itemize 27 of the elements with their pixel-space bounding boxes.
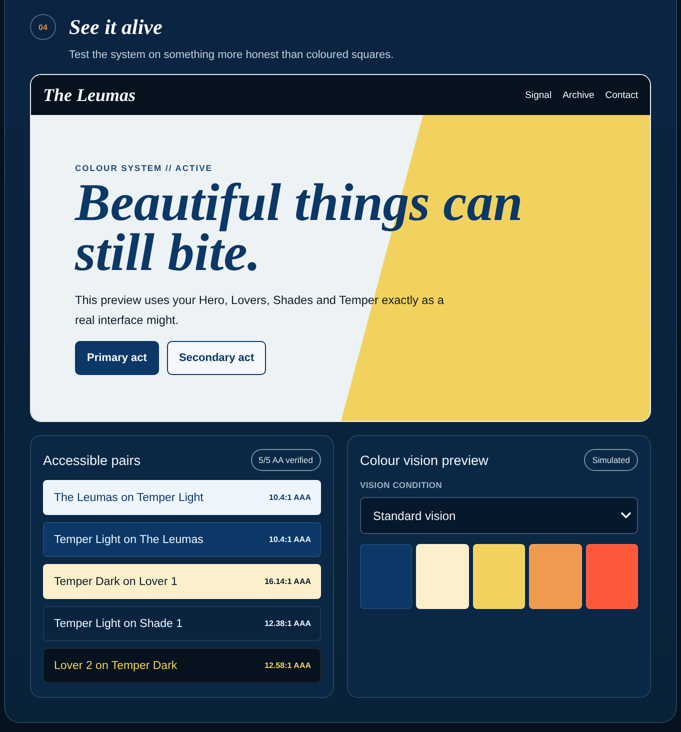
contrast-ratio: 10.4:1 AAA bbox=[269, 493, 311, 502]
primary-button[interactable]: Primary act bbox=[75, 341, 159, 375]
contrast-ratio: 16.14:1 AAA bbox=[264, 577, 311, 586]
contrast-ratio: 12.38:1 AAA bbox=[264, 619, 311, 628]
pair-label: Lover 2 on Temper Dark bbox=[54, 660, 178, 672]
status-badge: 5/5 AA verified bbox=[250, 449, 321, 471]
status-badge: Simulated bbox=[584, 449, 638, 471]
nav-link[interactable]: Signal bbox=[525, 90, 552, 100]
pair-label: Temper Light on Shade 1 bbox=[54, 618, 183, 630]
hero-eyebrow: COLOUR SYSTEM // ACTIVE bbox=[75, 163, 214, 173]
contrast-ratio: 10.4:1 AAA bbox=[269, 535, 311, 544]
chevron-down-icon bbox=[621, 512, 631, 519]
pair-label: The Leumas on Temper Light bbox=[54, 492, 204, 504]
nav-link[interactable]: Contact bbox=[605, 90, 638, 100]
nav-link[interactable]: Archive bbox=[562, 90, 594, 100]
section-title: See it alive bbox=[69, 14, 164, 40]
logo-text: The Leumas bbox=[43, 84, 136, 106]
section-subtitle: Test the system on something more honest than coloured squares. bbox=[69, 48, 395, 62]
panel-title: Accessible pairs bbox=[43, 452, 141, 468]
pair-label: Temper Light on The Leumas bbox=[54, 534, 204, 546]
panel-title: Colour vision preview bbox=[360, 452, 488, 468]
vision-dropdown[interactable]: Standard vision bbox=[360, 497, 638, 534]
contrast-ratio: 12.58:1 AAA bbox=[264, 661, 311, 670]
field-label: VISION CONDITION bbox=[360, 480, 444, 490]
step-number: 04 bbox=[30, 14, 56, 40]
pair-label: Temper Dark on Lover 1 bbox=[54, 576, 178, 588]
secondary-button[interactable]: Secondary act bbox=[166, 341, 266, 375]
